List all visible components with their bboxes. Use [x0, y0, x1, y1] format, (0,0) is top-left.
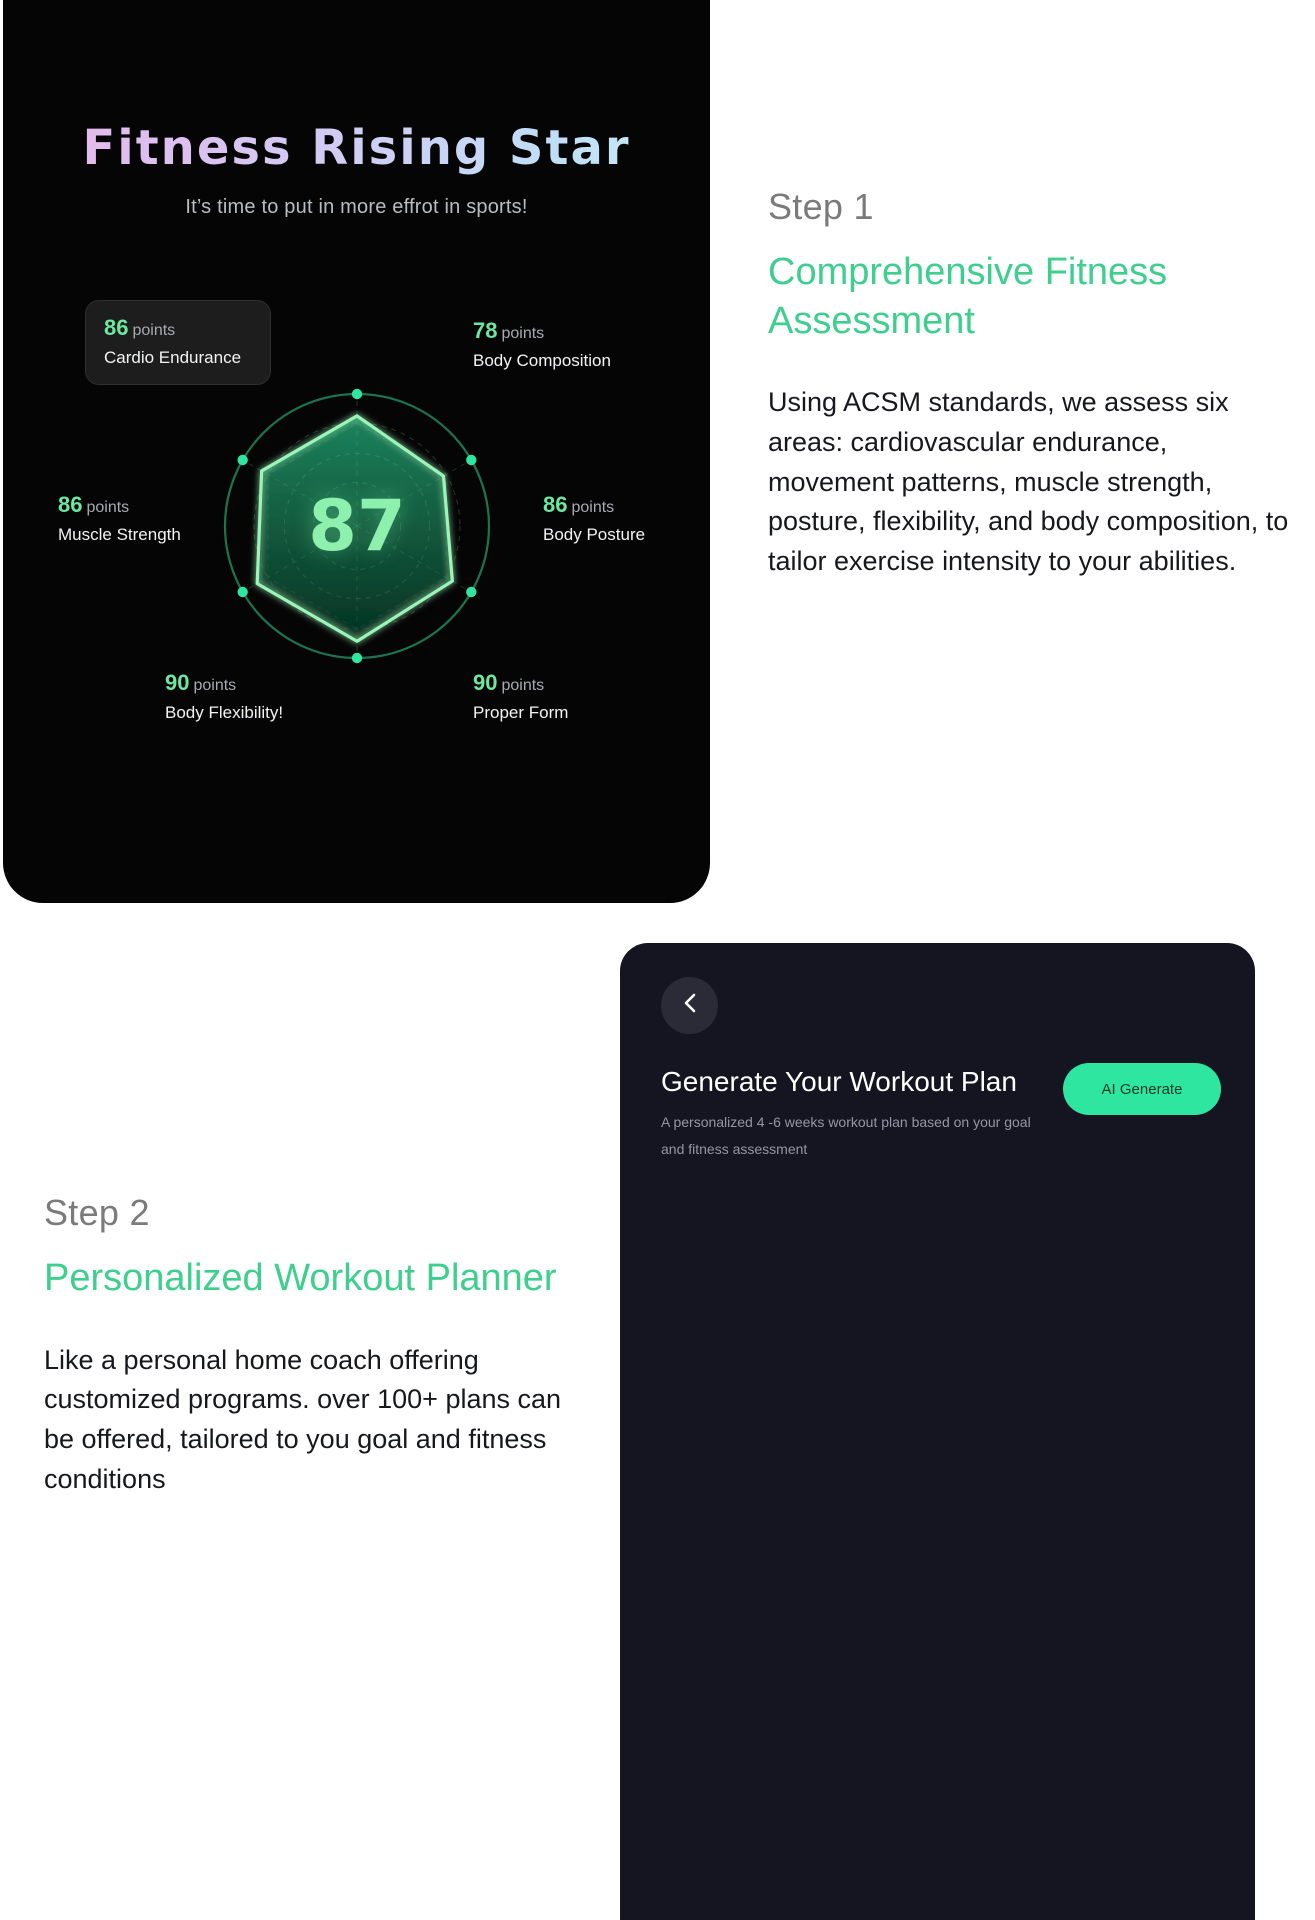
metric-unit: points — [86, 499, 130, 516]
step-1-block: Step 1 Comprehensive Fitness Assessment … — [768, 186, 1300, 582]
metric-unit: points — [571, 499, 615, 516]
step-2-block: Step 2 Personalized Workout Planner Like… — [44, 1192, 584, 1499]
metric-cardio-endurance[interactable]: 86 points Cardio Endurance — [85, 300, 271, 385]
metric-label: Body Posture — [543, 525, 646, 544]
metric-unit: points — [132, 322, 176, 339]
metric-points: 90 — [165, 670, 190, 695]
metric-unit: points — [193, 677, 237, 694]
metric-points: 86 — [543, 492, 568, 517]
step-2-label: Step 2 — [44, 1192, 150, 1233]
metric-label: Body Composition — [473, 351, 611, 370]
radar-svg — [223, 388, 491, 664]
metric-points: 78 — [473, 318, 498, 343]
fitness-radar-chart: 87 — [211, 380, 503, 672]
phone-title: Generate Your Workout Plan — [661, 1066, 1017, 1097]
metric-label: Cardio Endurance — [104, 348, 242, 367]
metric-body-composition[interactable]: 78 points Body Composition — [473, 318, 611, 371]
assessment-section: Fitness Rising Star It’s time to put in … — [0, 0, 1315, 905]
page-subtitle: It’s time to put in more effrot in sport… — [185, 196, 528, 218]
metric-label: Muscle Strength — [58, 525, 181, 544]
workout-planner-card: Generate Your Workout Plan A personalize… — [620, 943, 1255, 1920]
metric-points: 90 — [473, 670, 498, 695]
chevron-left-icon — [682, 991, 698, 1020]
back-button[interactable] — [661, 977, 718, 1034]
metric-label: Body Flexibility! — [165, 703, 284, 722]
metric-body-flexibility[interactable]: 90 points Body Flexibility! — [165, 670, 283, 723]
step-1-body: Using ACSM standards, we assess six area… — [768, 387, 1289, 576]
fitness-score-card: Fitness Rising Star It’s time to put in … — [3, 0, 710, 903]
step-1-title: Comprehensive Fitness Assessment — [768, 251, 1168, 342]
phone-subtitle: A personalized 4 -6 weeks workout plan b… — [661, 1114, 1031, 1158]
step-2-body: Like a personal home coach offering cust… — [44, 1344, 562, 1494]
step-1-label: Step 1 — [768, 186, 874, 227]
step-2-title: Personalized Workout Planner — [44, 1257, 557, 1299]
metric-label: Proper Form — [473, 703, 569, 722]
page-title: Fitness Rising Star — [3, 120, 710, 176]
ai-generate-button[interactable]: AI Generate — [1063, 1063, 1221, 1115]
metric-body-posture[interactable]: 86 points Body Posture — [543, 492, 645, 545]
metric-points: 86 — [104, 315, 129, 340]
metric-unit: points — [501, 677, 545, 694]
metric-unit: points — [501, 325, 545, 342]
metric-muscle-strength[interactable]: 86 points Muscle Strength — [58, 492, 181, 545]
metric-points: 86 — [58, 492, 83, 517]
metric-proper-form[interactable]: 90 points Proper Form — [473, 670, 568, 723]
